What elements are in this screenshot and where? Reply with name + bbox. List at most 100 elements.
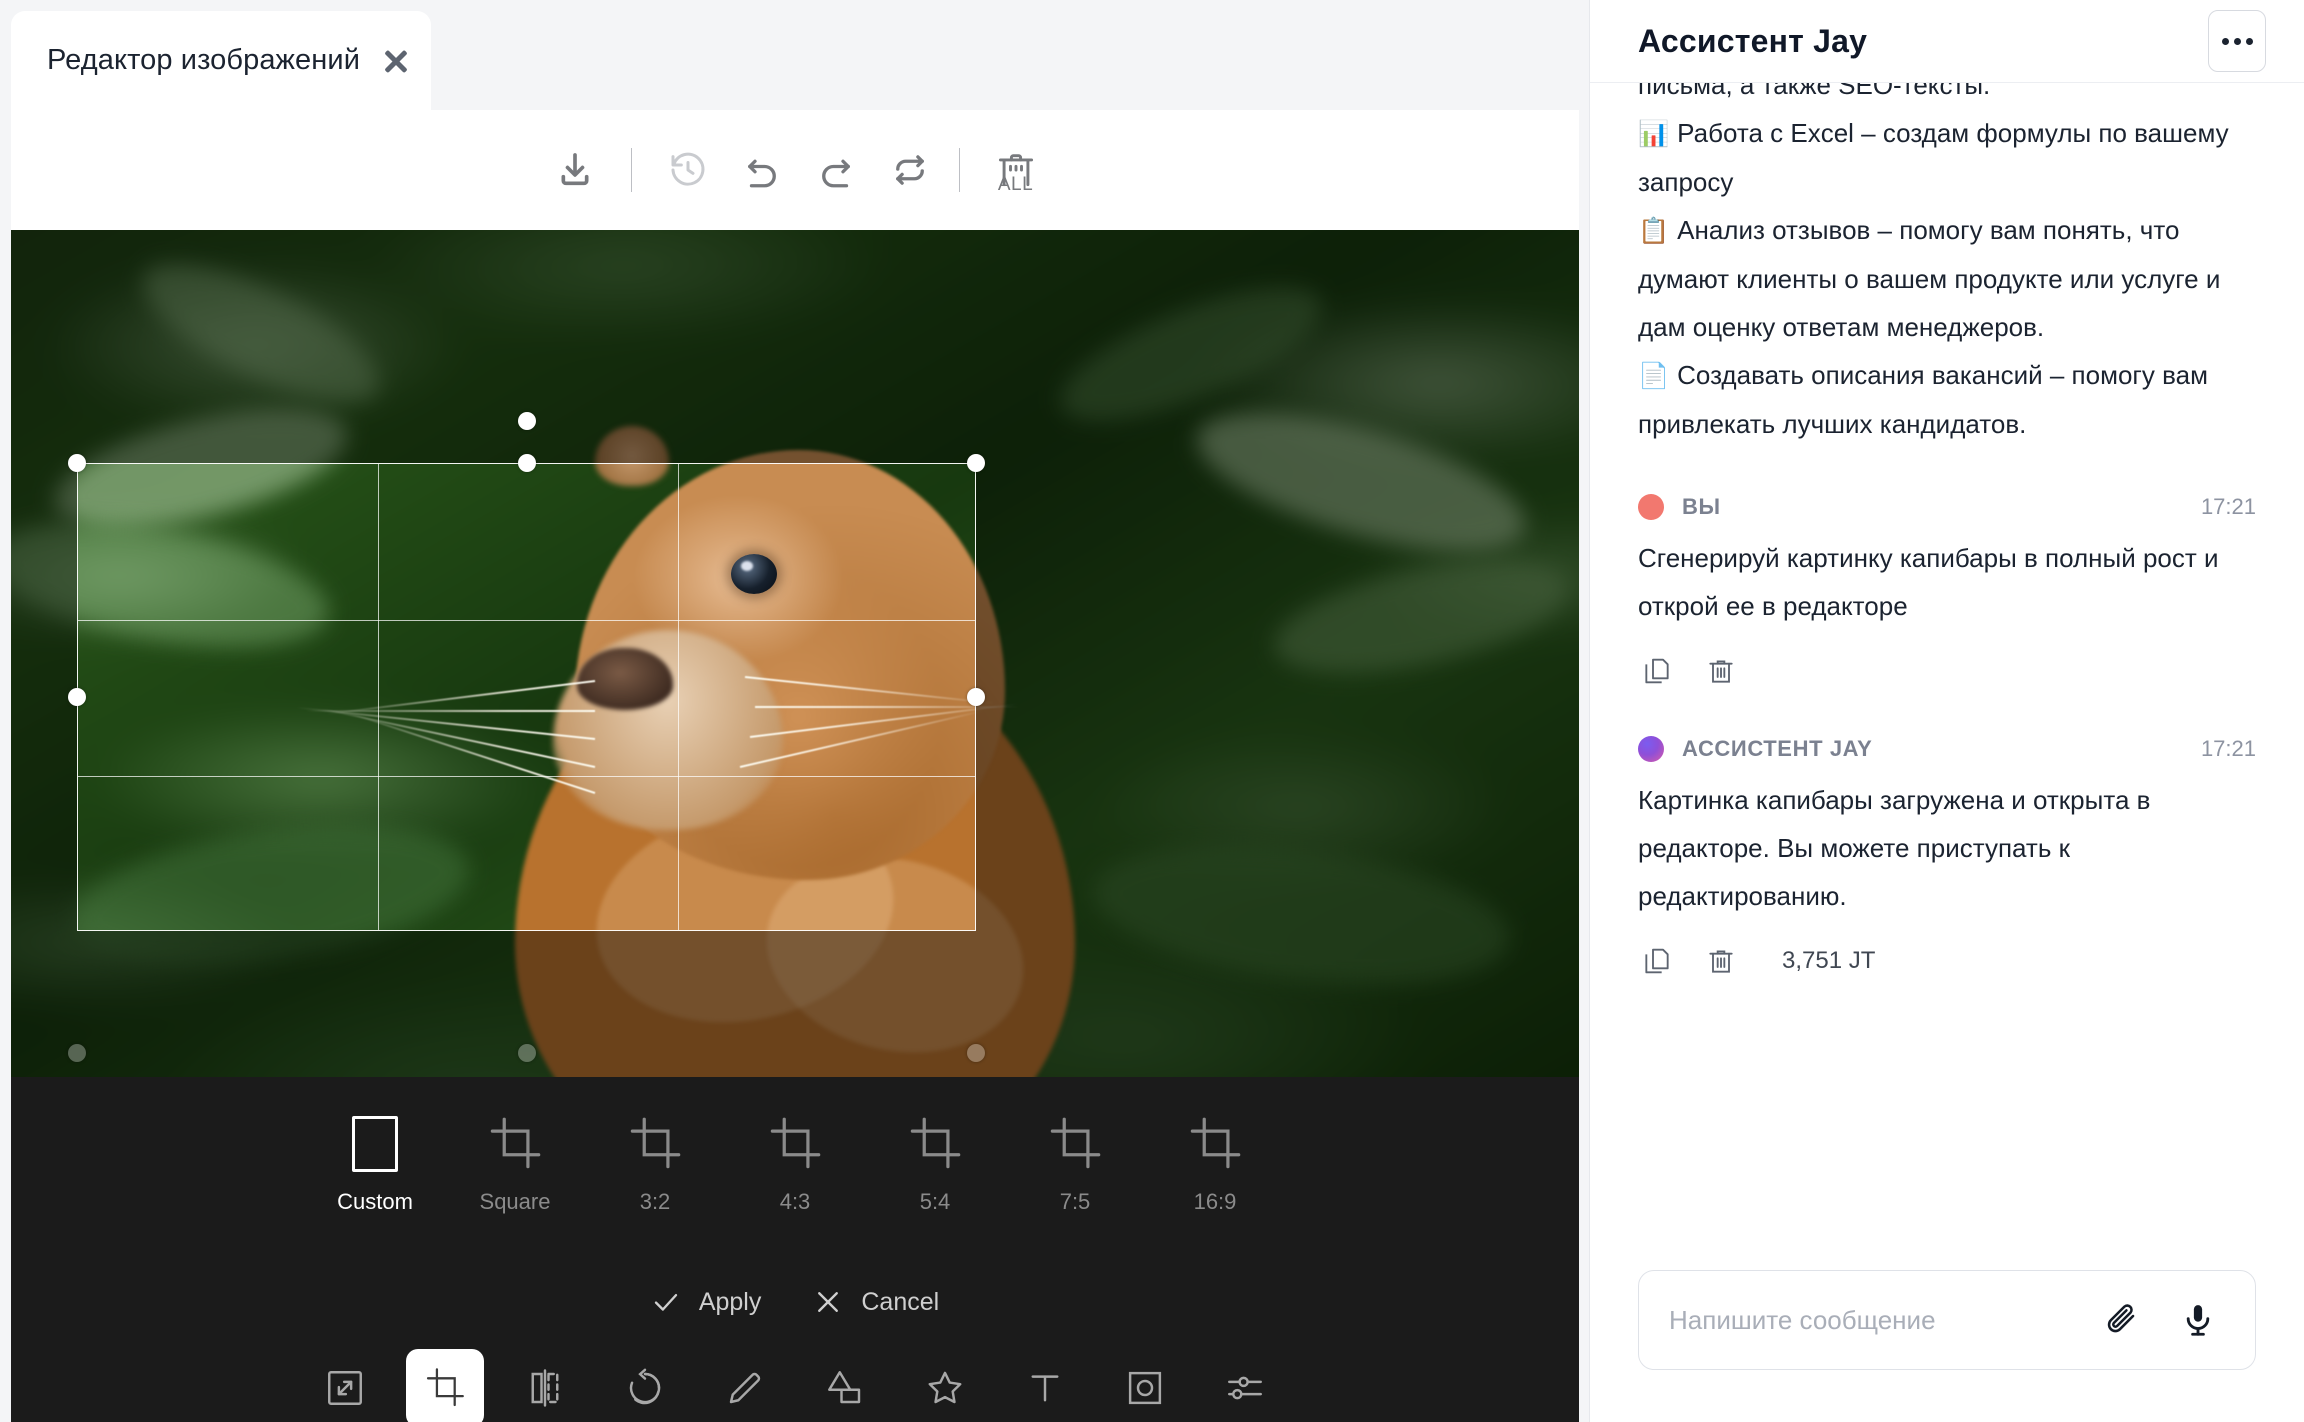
chat-composer-area [1590,1270,2304,1422]
crop-ratio-custom[interactable]: Custom [305,1113,445,1215]
custom-rect-icon [352,1113,398,1175]
editor-top-toolbar: ALL [11,110,1579,230]
chat-message-assistant: АССИСТЕНТ JAY 17:21 Картинка капибары за… [1638,736,2256,980]
message-actions [1638,652,2256,690]
crop-ratio-label: 7:5 [1059,1189,1091,1214]
tab-title: Редактор изображений [47,44,360,76]
message-composer[interactable] [1638,1270,2256,1370]
tool-resize[interactable] [306,1349,384,1422]
page-emoji: 📄 [1638,362,1670,390]
editor-sheet: ALL Custom Square 3:2 4:3 5:4 7:5 16:9 A… [11,110,1579,1422]
resize-arrows-icon [328,1371,362,1405]
rotate-icon [629,1368,661,1405]
message-actions: 3,751 JT [1638,942,2256,980]
crop-ratio-label: 5:4 [919,1189,951,1214]
message-text: Сгенерируй картинку капибары в полный ро… [1638,543,2219,621]
crop-icon [426,1368,464,1407]
close-icon[interactable] [382,47,410,75]
crop-handle-top-outer[interactable] [518,412,536,430]
crop-ratio-7-5[interactable]: 7:5 [1005,1113,1145,1215]
chat-message-user: ВЫ 17:21 Сгенерируй картинку капибары в … [1638,494,2256,690]
tool-stickers[interactable] [906,1349,984,1422]
intro-line: 📊 Работа с Excel – создам формулы по ваше… [1638,118,2229,197]
check-icon [654,1293,677,1311]
intro-line: 📄 Создавать описания вакансий – помогу ва… [1638,360,2208,439]
copy-icon[interactable] [1638,942,1676,980]
message-time: 17:21 [2200,494,2256,519]
tool-rotate[interactable] [606,1349,684,1422]
assistant-title: Ассистент Jay [1638,22,1868,59]
crop-frame-icon [1189,1113,1241,1175]
message-author: ВЫ [1682,494,1721,519]
paperclip-icon[interactable] [2099,1297,2145,1343]
bar-chart-emoji: 📊 [1638,120,1670,148]
image-canvas[interactable] [11,230,1579,1077]
cancel-button[interactable]: Cancel [813,1287,939,1317]
sliders-icon [1228,1376,1262,1400]
crop-handle-top-right[interactable] [967,454,985,472]
crop-frame-icon [909,1113,961,1175]
capybara-subject [296,380,1145,1077]
message-author: АССИСТЕНТ JAY [1682,736,1873,761]
crop-handle-middle-right[interactable] [967,688,985,706]
message-text: Картинка капибары загружена и открыта в … [1638,785,2151,911]
editor-bottom-panel: Custom Square 3:2 4:3 5:4 7:5 16:9 Apply… [11,1077,1579,1422]
shapes-icon [828,1371,861,1404]
token-count: 3,751 JT [1782,947,1876,974]
tool-text[interactable] [1006,1349,1084,1422]
close-x-icon [818,1292,839,1312]
crop-handle-top-left[interactable] [68,454,86,472]
history-button[interactable] [651,133,725,207]
delete-all-button[interactable]: ALL [979,133,1053,207]
crop-handle-top-center[interactable] [518,454,536,472]
message-input[interactable] [1669,1304,2069,1336]
crop-ratio-label: Square [479,1189,551,1214]
tool-flip[interactable] [506,1349,584,1422]
crop-ratio-4-3[interactable]: 4:3 [725,1113,865,1215]
trash-icon[interactable] [1702,652,1740,690]
assistant-intro-message: письма, а также SEO-тексты. 📊 Работа с Ex… [1638,83,2256,448]
crop-ratio-square[interactable]: Square [445,1113,585,1215]
crop-frame-icon [629,1113,681,1175]
crop-ratio-label: 16:9 [1193,1189,1237,1214]
editor-tab[interactable]: Редактор изображений [11,11,431,110]
crop-handle-middle-left[interactable] [68,688,86,706]
image-editor-app: Редактор изображений ALL Custom Square 3… [0,0,2304,1422]
editor-column: Редактор изображений ALL Custom Square 3… [0,0,1590,1422]
apply-button[interactable]: Apply [651,1287,762,1317]
star-icon [928,1371,962,1404]
crop-frame-icon [769,1113,821,1175]
crop-ratio-5-4[interactable]: 5:4 [865,1113,1005,1215]
microphone-icon[interactable] [2175,1297,2221,1343]
tool-crop[interactable] [406,1349,484,1422]
chat-message-list[interactable]: письма, а также SEO-тексты. 📊 Работа с Ex… [1590,82,2304,1270]
crop-ratio-label: Custom [337,1189,413,1214]
assistant-header: Ассистент Jay [1590,0,2304,82]
crop-handle-bottom-center[interactable] [518,1044,536,1062]
crop-handle-bottom-left[interactable] [68,1044,86,1062]
toolbar-divider-1 [630,148,632,192]
kebab-menu-icon[interactable] [2208,10,2266,72]
apply-label: Apply [698,1287,762,1316]
reset-button[interactable] [873,133,947,207]
avatar [1638,736,1664,762]
download-button[interactable] [538,133,612,207]
tool-watermark[interactable] [1106,1349,1184,1422]
redo-button[interactable] [799,133,873,207]
cancel-label: Cancel [861,1287,940,1316]
crop-handle-bottom-right[interactable] [967,1044,985,1062]
tool-filters[interactable] [1206,1349,1284,1422]
crop-confirm-row: Apply Cancel [11,1287,1579,1317]
crop-ratio-row: Custom Square 3:2 4:3 5:4 7:5 16:9 [11,1113,1579,1215]
copy-icon[interactable] [1638,652,1676,690]
crop-ratio-3-2[interactable]: 3:2 [585,1113,725,1215]
crop-frame-icon [489,1113,541,1175]
tool-shapes[interactable] [806,1349,884,1422]
crop-frame-icon [1049,1113,1101,1175]
message-time: 17:21 [2200,736,2256,761]
crop-ratio-16-9[interactable]: 16:9 [1145,1113,1285,1215]
undo-button[interactable] [725,133,799,207]
trash-icon[interactable] [1702,942,1740,980]
message-header: ВЫ 17:21 [1638,494,2256,520]
tool-draw[interactable] [706,1349,784,1422]
